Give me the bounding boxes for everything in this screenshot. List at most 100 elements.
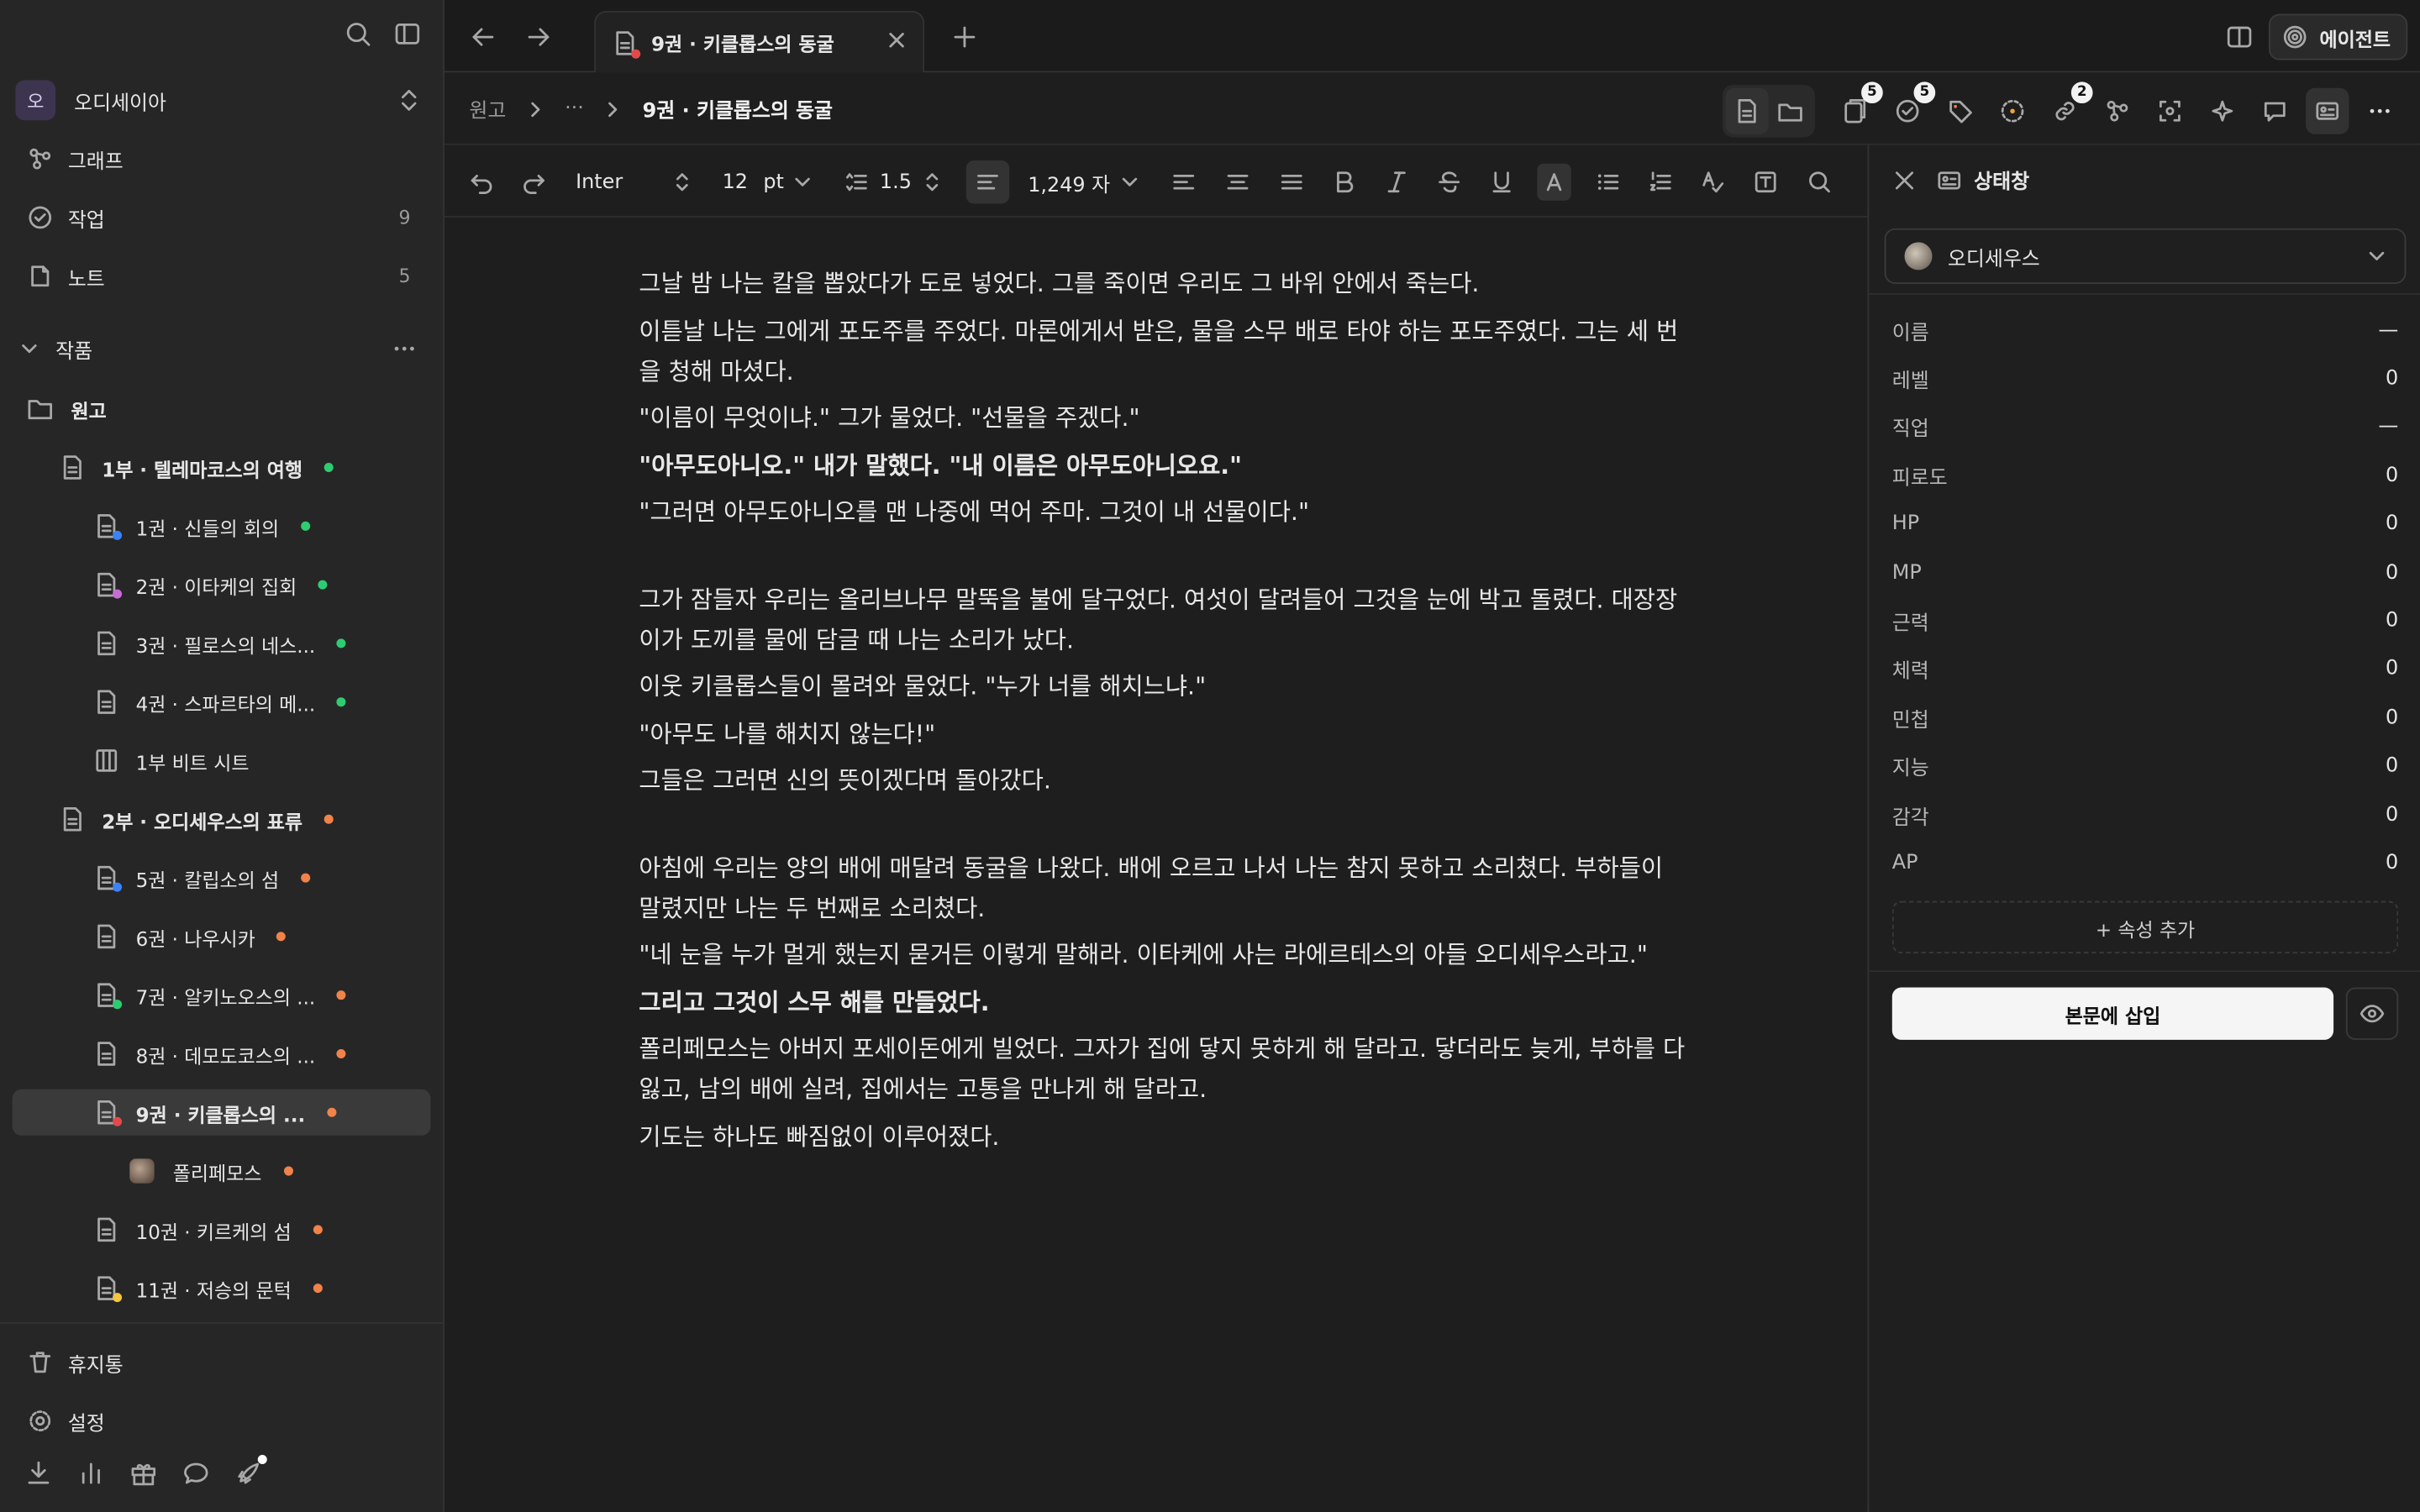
tab-active-document[interactable]: 9권 · 키클롭스의 동굴 — [594, 10, 925, 73]
line-height-select[interactable]: 1.5 — [845, 164, 942, 201]
paragraph[interactable]: 이웃 키클롭스들이 몰려와 물었다. "누가 너를 해치느냐." — [639, 666, 1688, 706]
paragraph[interactable]: "아무도아니오." 내가 말했다. "내 이름은 아무도아니오요." — [639, 445, 1688, 486]
stat-row[interactable]: AP 0 — [1892, 844, 2398, 881]
close-icon[interactable] — [1894, 169, 1916, 191]
paragraph[interactable]: "이름이 무엇이냐." 그가 물었다. "선물을 주겠다." — [639, 398, 1688, 438]
rocket-icon[interactable] — [234, 1455, 267, 1488]
nav-settings[interactable]: 설정 — [28, 1399, 417, 1442]
undo-icon[interactable] — [465, 164, 498, 201]
align-left-icon[interactable] — [965, 160, 1010, 204]
more-icon[interactable] — [392, 336, 417, 360]
graph-button[interactable] — [2096, 88, 2139, 134]
stat-row[interactable]: 감각 0 — [1892, 796, 2398, 833]
breadcrumb-root[interactable]: 원고 — [469, 94, 506, 123]
stat-value[interactable]: 0 — [2386, 754, 2398, 778]
insert-into-body-button[interactable]: 본문에 삽입 — [1891, 987, 2334, 1040]
nav-graph[interactable]: 그래프 — [28, 137, 417, 180]
char-count-dropdown[interactable]: 1,249 자 — [1028, 164, 1139, 201]
breadcrumb-ellipsis[interactable]: ··· — [565, 97, 584, 121]
status-button[interactable] — [1991, 88, 2033, 134]
tree-item[interactable]: 11권 · 저승의 문턱 — [96, 1265, 323, 1311]
split-view-icon[interactable] — [2226, 24, 2254, 51]
paragraph[interactable]: 그날 밤 나는 칼을 뽑았다가 도로 넣었다. 그를 죽이면 우리도 그 바위 … — [639, 264, 1688, 304]
search-icon[interactable] — [1802, 164, 1836, 201]
stat-value[interactable]: 0 — [2386, 561, 2398, 585]
editor-canvas[interactable]: 그날 밤 나는 칼을 뽑았다가 도로 넣었다. 그를 죽이면 우리도 그 바위 … — [444, 217, 1868, 1512]
paragraph[interactable]: "네 눈을 누가 멀게 했는지 묻거든 이렇게 말해라. 이타케에 사는 라에르… — [639, 935, 1688, 975]
comments-button[interactable] — [2254, 88, 2296, 134]
paragraph[interactable]: 그들은 그러면 신의 뜻이겠다며 돌아갔다. — [639, 760, 1688, 801]
tree-item[interactable]: 10권 · 키르케의 섬 — [96, 1206, 323, 1252]
align-left-text-icon[interactable] — [1167, 164, 1201, 201]
section-works-header[interactable]: 작품 — [18, 327, 426, 370]
stat-row[interactable]: 근력 0 — [1892, 602, 2398, 639]
stat-value[interactable]: — — [2378, 318, 2398, 342]
spellcheck-icon[interactable] — [1697, 164, 1730, 201]
bullet-list-icon[interactable] — [1591, 164, 1625, 201]
download-icon[interactable] — [24, 1460, 52, 1488]
stats-icon[interactable] — [77, 1460, 105, 1488]
tasks-button[interactable]: 5 — [1886, 81, 1936, 134]
bold-icon[interactable] — [1328, 164, 1361, 201]
stat-row[interactable]: HP 0 — [1892, 506, 2398, 543]
new-tab-plus-icon[interactable] — [950, 24, 978, 51]
nav-notes[interactable]: 노트 5 — [28, 255, 417, 297]
stat-row[interactable]: 피로도 0 — [1892, 457, 2398, 494]
back-arrow-icon[interactable] — [469, 24, 497, 51]
document-view-button[interactable] — [1725, 87, 1769, 134]
font-family-select[interactable]: Inter — [576, 164, 692, 201]
align-justify-icon[interactable] — [1275, 164, 1308, 201]
folder-view-button[interactable] — [1769, 88, 1812, 134]
breadcrumb-current[interactable]: 9권 · 키클롭스의 동굴 — [643, 94, 833, 123]
stat-value[interactable]: 0 — [2386, 464, 2398, 487]
stat-value[interactable]: 0 — [2386, 367, 2398, 391]
italic-icon[interactable] — [1380, 164, 1413, 201]
tree-item[interactable]: 2권 · 이타케의 집회 — [96, 562, 329, 608]
align-center-icon[interactable] — [1221, 164, 1255, 201]
stat-value[interactable]: 0 — [2386, 852, 2398, 875]
chat-icon[interactable] — [182, 1460, 210, 1488]
forward-arrow-icon[interactable] — [524, 24, 552, 51]
paragraph[interactable]: "그러면 아무도아니오를 맨 나중에 먹어 주마. 그것이 내 선물이다." — [639, 492, 1688, 533]
underline-icon[interactable] — [1485, 164, 1518, 201]
paragraph[interactable]: 이튿날 나는 그에게 포도주를 주었다. 마론에게서 받은, 물을 스무 배로 … — [639, 311, 1688, 391]
paragraph[interactable]: 그가 잠들자 우리는 올리브나무 말뚝을 불에 달구었다. 여섯이 달려들어 그… — [639, 580, 1688, 660]
tree-item[interactable]: 1권 · 신들의 회의 — [96, 503, 310, 549]
agent-button[interactable]: 에이전트 — [2268, 13, 2408, 60]
preview-button[interactable] — [2345, 987, 2399, 1040]
tree-item[interactable]: 2부 · 오디세우스의 표류 — [61, 796, 334, 843]
stat-row[interactable]: MP 0 — [1892, 554, 2398, 591]
stat-row[interactable]: 이름 — — [1892, 312, 2398, 349]
gift-icon[interactable] — [129, 1460, 157, 1488]
tree-item[interactable]: 8권 · 데모도코스의 ... — [96, 1031, 346, 1077]
tag-button[interactable] — [1939, 88, 1981, 134]
stat-value[interactable]: 0 — [2386, 609, 2398, 633]
stat-value[interactable]: 0 — [2386, 658, 2398, 681]
paragraph[interactable]: 폴리페모스는 아버지 포세이돈에게 빌었다. 그자가 집에 닿지 못하게 해 달… — [639, 1029, 1688, 1110]
tree-item[interactable]: 3권 · 필로스의 네스... — [96, 620, 346, 666]
tree-character[interactable]: 폴리페모스 — [129, 1148, 293, 1194]
stat-row[interactable]: 레벨 0 — [1892, 360, 2398, 397]
font-size-select[interactable]: 12 pt — [723, 164, 813, 201]
tree-folder[interactable]: 원고 — [28, 386, 107, 432]
paragraph[interactable]: 아침에 우리는 양의 배에 매달려 동굴을 나왔다. 배에 오르고 나서 나는 … — [639, 848, 1688, 928]
paragraph[interactable]: 기도는 하나도 빠짐없이 이루어졌다. — [639, 1116, 1688, 1157]
stat-value[interactable]: 0 — [2386, 803, 2398, 827]
search-icon[interactable] — [345, 20, 372, 48]
nav-tasks[interactable]: 작업 9 — [28, 196, 417, 239]
paragraph[interactable]: "아무도 나를 해치지 않는다!" — [639, 713, 1688, 753]
tree-item[interactable]: 4권 · 스파르타의 메... — [96, 679, 346, 725]
tree-item[interactable]: 6권 · 나우시카 — [96, 913, 287, 959]
strikethrough-icon[interactable] — [1432, 164, 1465, 201]
more-menu-button[interactable] — [2358, 88, 2401, 134]
nav-trash[interactable]: 휴지통 — [28, 1341, 417, 1383]
stat-value[interactable]: 0 — [2386, 512, 2398, 536]
workspace-switcher[interactable]: 오 오디세이아 — [15, 77, 429, 123]
pages-button[interactable]: 5 — [1833, 81, 1883, 134]
links-button[interactable]: 2 — [2044, 81, 2093, 134]
text-color-icon[interactable] — [1537, 163, 1571, 201]
text-box-icon[interactable] — [1749, 164, 1782, 201]
stat-value[interactable]: — — [2378, 416, 2398, 439]
stat-row[interactable]: 체력 0 — [1892, 651, 2398, 688]
status-panel-button[interactable] — [2306, 87, 2349, 134]
